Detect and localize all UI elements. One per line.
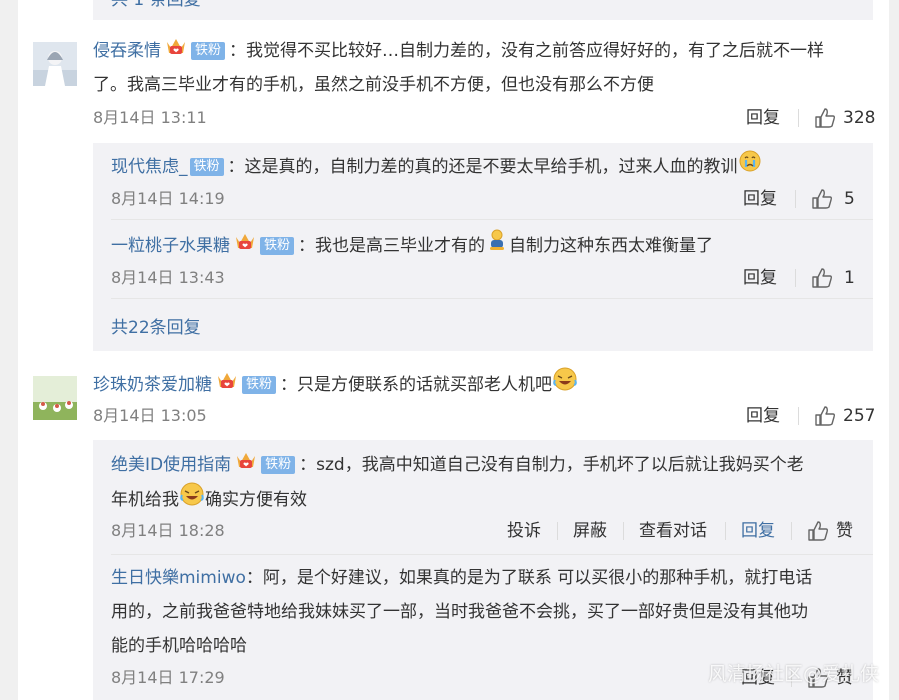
more-replies-link[interactable]: 共22条回复 bbox=[111, 318, 201, 338]
reply-divider bbox=[111, 554, 873, 555]
reply-divider bbox=[111, 298, 873, 299]
fan-badge: 铁粉 bbox=[261, 456, 296, 474]
laughing-crying-emoji-icon bbox=[552, 366, 578, 404]
username-link[interactable]: 生日快樂mimiwo bbox=[111, 568, 246, 588]
comment-timestamp: 8月14日 13:05 bbox=[93, 406, 207, 425]
reply-text: 一粒桃子水果糖 ❤ 铁粉 ：我也是高三毕业才有的 自制力这种东西太难衡量了 bbox=[111, 228, 713, 264]
username-link[interactable]: 现代焦虑_ bbox=[111, 157, 188, 177]
reply-text-continued: 能的手机哈哈哈哈 bbox=[111, 636, 247, 656]
username-link[interactable]: 绝美ID使用指南 bbox=[111, 455, 231, 475]
fan-badge: 铁粉 bbox=[189, 158, 224, 176]
vip-crown-icon: ❤ bbox=[234, 229, 256, 263]
vip-crown-icon: ❤ bbox=[165, 34, 187, 68]
username-link[interactable]: 一粒桃子水果糖 bbox=[111, 236, 230, 256]
vip-crown-icon: ❤ bbox=[216, 368, 238, 402]
like-count: 1 bbox=[844, 268, 855, 288]
reply-text: 绝美ID使用指南 ❤ 铁粉 ：szd，我高中知道自己没有自制力，手机坏了以后就让我妈买… bbox=[111, 448, 804, 482]
reply-divider bbox=[111, 219, 873, 220]
reply-text: 现代焦虑_ 铁粉 ：这是真的，自制力差的真的还是不要太早给手机，过来人血的教训 bbox=[111, 149, 762, 185]
comment-timestamp: 8月14日 13:11 bbox=[93, 108, 207, 127]
like-count: 257 bbox=[843, 406, 876, 426]
avatar[interactable] bbox=[33, 42, 77, 86]
reply-timestamp: 8月14日 13:43 bbox=[111, 268, 225, 287]
action-separator bbox=[795, 190, 796, 208]
svg-text:❤: ❤ bbox=[173, 47, 179, 55]
action-separator bbox=[798, 407, 799, 425]
reply-button[interactable]: 回复 bbox=[741, 521, 775, 541]
crying-face-emoji-icon bbox=[738, 149, 762, 185]
like-label[interactable]: 赞 bbox=[836, 521, 853, 541]
avatar-image-icon bbox=[33, 42, 77, 86]
reply-timestamp: 8月14日 14:19 bbox=[111, 189, 225, 208]
username-link[interactable]: 珍珠奶茶爱加糖 bbox=[93, 375, 212, 395]
block-button[interactable]: 屏蔽 bbox=[573, 521, 607, 541]
fan-badge: 铁粉 bbox=[260, 237, 295, 255]
comment-feed: 共 1 条回复 侵吞柔情 ❤ 铁粉 ：我觉得不买比较好…自制力差的，没有之前答应得好好… bbox=[18, 0, 889, 700]
reply-button[interactable]: 回复 bbox=[746, 406, 780, 426]
svg-text:❤: ❤ bbox=[224, 381, 230, 389]
fan-badge: 铁粉 bbox=[191, 42, 226, 60]
like-thumb-icon[interactable] bbox=[811, 267, 833, 289]
reply-text-continued: 用的，之前我爸爸特地给我妹妹买了一部，当时我爸爸不会挑，买了一部好贵但是没有其他… bbox=[111, 602, 808, 622]
reply-timestamp: 8月14日 18:28 bbox=[111, 521, 225, 540]
like-thumb-icon[interactable] bbox=[811, 188, 833, 210]
reply-button[interactable]: 回复 bbox=[743, 189, 777, 209]
vip-crown-icon: ❤ bbox=[235, 448, 257, 482]
like-thumb-icon[interactable] bbox=[807, 520, 829, 542]
like-thumb-icon[interactable] bbox=[814, 405, 836, 427]
fan-badge: 铁粉 bbox=[242, 376, 277, 394]
reply-text-continued: 年机给我 确实方便有效 bbox=[111, 481, 307, 519]
report-button[interactable]: 投诉 bbox=[507, 521, 541, 541]
reply-button[interactable]: 回复 bbox=[746, 108, 780, 128]
watermark: 风清扬社区@爱扎侠 bbox=[708, 663, 880, 685]
previous-reply-box: 共 1 条回复 bbox=[93, 0, 873, 20]
laughing-crying-emoji-icon bbox=[179, 481, 205, 519]
action-separator bbox=[623, 522, 624, 540]
view-conversation-button[interactable]: 查看对话 bbox=[639, 521, 707, 541]
kneeling-figure-emoji-icon bbox=[485, 228, 509, 264]
like-count: 328 bbox=[843, 108, 876, 128]
page-margin-left bbox=[0, 0, 18, 700]
comment-text: 侵吞柔情 ❤ 铁粉 ：我觉得不买比较好…自制力差的，没有之前答应得好好的，有了之后就不… bbox=[93, 34, 824, 68]
avatar[interactable] bbox=[33, 376, 77, 420]
reply-text: 生日快樂mimiwo：阿，是个好建议，如果真的是为了联系 可以买很小的那种手机，… bbox=[111, 568, 813, 588]
reply-thread: 现代焦虑_ 铁粉 ：这是真的，自制力差的真的还是不要太早给手机，过来人血的教训 8月… bbox=[93, 143, 873, 351]
action-separator bbox=[725, 522, 726, 540]
reply-button[interactable]: 回复 bbox=[743, 268, 777, 288]
page-margin-right bbox=[889, 0, 899, 700]
comment-text: 珍珠奶茶爱加糖 ❤ 铁粉 ：只是方便联系的话就买部老人机吧 bbox=[93, 366, 578, 404]
username-link[interactable]: 侵吞柔情 bbox=[93, 41, 161, 61]
previous-more-replies-link[interactable]: 共 1 条回复 bbox=[111, 0, 201, 10]
svg-text:❤: ❤ bbox=[243, 461, 249, 469]
like-count: 5 bbox=[844, 189, 855, 209]
action-separator bbox=[798, 109, 799, 127]
action-separator bbox=[557, 522, 558, 540]
action-separator bbox=[795, 269, 796, 287]
reply-timestamp: 8月14日 17:29 bbox=[111, 668, 225, 687]
action-separator bbox=[791, 522, 792, 540]
avatar-image-icon bbox=[33, 376, 77, 420]
svg-text:❤: ❤ bbox=[242, 242, 248, 250]
like-thumb-icon[interactable] bbox=[814, 107, 836, 129]
comment-text-continued: 了。我高三毕业才有的手机，虽然之前没手机不方便，但也没有那么不方便 bbox=[93, 75, 654, 95]
